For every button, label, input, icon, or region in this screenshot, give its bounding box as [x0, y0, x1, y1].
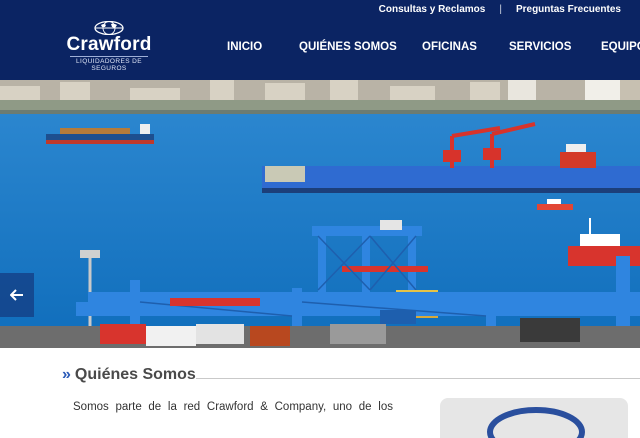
top-links-bar: Consultas y Reclamos | Preguntas Frecuen…	[379, 0, 640, 18]
topbar-separator: |	[499, 3, 502, 15]
logo-subtitle-line1: LIQUIDADORES DE	[76, 58, 142, 65]
main-nav: INICIO QUIÉNES SOMOS OFICINAS SERVICIOS …	[0, 41, 640, 59]
about-paragraph: Somos parte de la red Crawford & Company…	[73, 401, 393, 413]
nav-item-inicio[interactable]: INICIO	[227, 41, 262, 53]
nav-item-oficinas[interactable]: OFICINAS	[422, 41, 477, 53]
side-image-card	[440, 398, 628, 438]
consultas-reclamos-link[interactable]: Consultas y Reclamos	[379, 4, 486, 15]
crawford-emblem-icon	[487, 407, 585, 438]
preguntas-frecuentes-link[interactable]: Preguntas Frecuentes	[516, 4, 621, 15]
section-divider	[196, 378, 640, 379]
globe-icon	[94, 21, 124, 35]
carousel-prev-button[interactable]	[0, 273, 34, 317]
section-title-text: Quiénes Somos	[74, 366, 196, 383]
section-title: » Quiénes Somos	[62, 366, 196, 384]
nav-item-servicios[interactable]: SERVICIOS	[509, 41, 571, 53]
hero-banner-image	[0, 80, 640, 348]
nav-item-equipo[interactable]: EQUIPO	[601, 41, 640, 53]
double-chevron-icon: »	[62, 366, 71, 383]
nav-item-quienes-somos[interactable]: QUIÉNES SOMOS	[299, 41, 397, 53]
port-scene-illustration	[0, 80, 640, 348]
arrow-left-icon	[10, 289, 23, 301]
logo-subtitle-line2: SEGUROS	[91, 65, 127, 72]
site-header: Consultas y Reclamos | Preguntas Frecuen…	[0, 0, 640, 80]
